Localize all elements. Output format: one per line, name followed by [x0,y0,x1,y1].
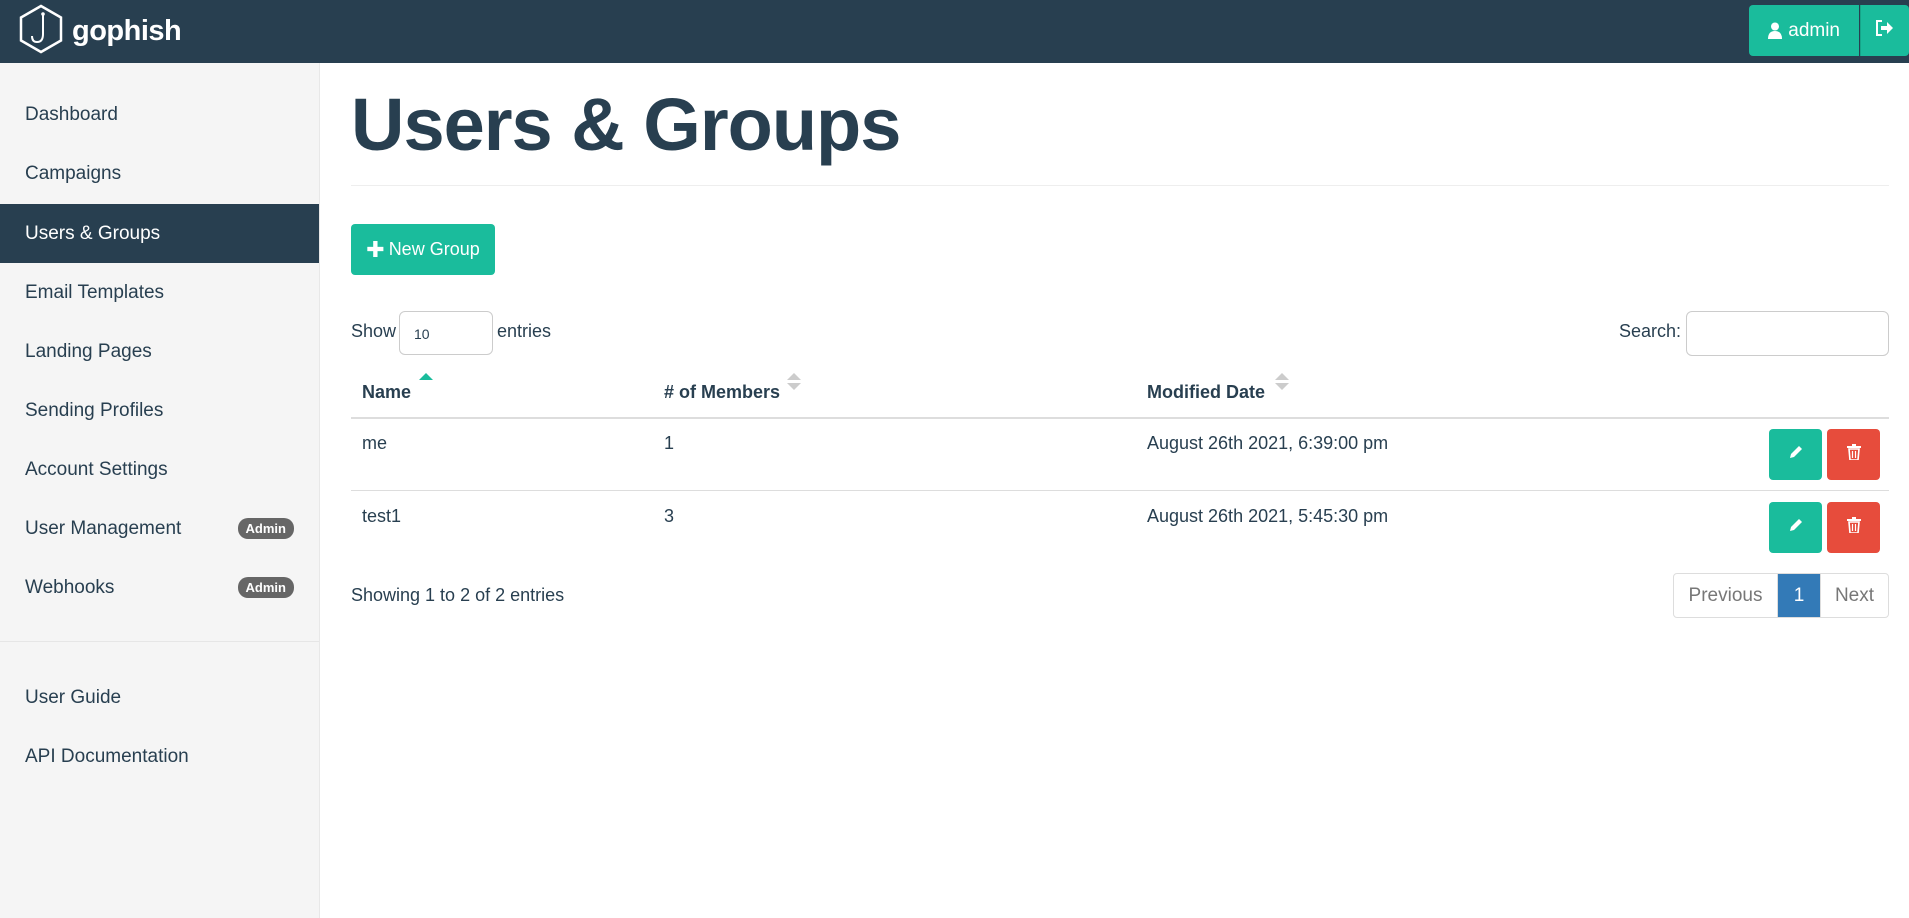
user-menu-button[interactable]: admin [1749,5,1859,56]
sidebar-item-landing-pages[interactable]: Landing Pages [0,322,319,381]
show-label: Show [351,321,397,341]
user-menu-label: admin [1788,19,1840,41]
sidebar-item-user-guide[interactable]: User Guide [0,668,319,727]
sidebar-item-label: API Documentation [25,745,189,767]
top-navbar: gophish admin [0,0,1909,63]
table-header-divider [351,417,1889,419]
logout-button[interactable] [1860,5,1909,56]
edit-group-button[interactable] [1769,502,1822,553]
sign-out-icon [1876,20,1894,41]
brand-name: gophish [72,14,182,47]
title-divider [351,185,1889,186]
cell-group-name: test1 [362,506,402,526]
pencil-icon [1788,517,1804,538]
pagination-previous[interactable]: Previous [1674,574,1778,617]
sidebar: Dashboard Campaigns Users & Groups Email… [0,63,320,918]
brand[interactable]: gophish [18,4,182,59]
column-header-modified-date[interactable]: Modified Date [1147,382,1265,403]
new-group-label: New Group [388,239,480,259]
sort-icon[interactable] [1275,372,1289,397]
sidebar-item-campaigns[interactable]: Campaigns [0,144,319,203]
sidebar-item-dashboard[interactable]: Dashboard [0,85,319,144]
delete-group-button[interactable] [1827,502,1880,553]
sidebar-item-label: Email Templates [25,281,165,303]
search-input[interactable] [1686,311,1889,356]
cell-modified-date: August 26th 2021, 5:45:30 pm [1147,506,1389,526]
sidebar-item-webhooks[interactable]: Webhooks Admin [0,558,319,617]
cell-member-count: 1 [664,433,675,453]
new-group-button[interactable]: ✚ New Group [351,224,495,275]
entries-label: entries [497,321,552,341]
column-header-name[interactable]: Name [362,382,411,403]
pencil-icon [1788,444,1804,465]
trash-icon [1846,517,1861,538]
admin-badge: Admin [237,518,294,539]
plus-icon: ✚ [366,236,385,262]
cell-modified-date: August 26th 2021, 6:39:00 pm [1147,433,1389,453]
sidebar-item-api-documentation[interactable]: API Documentation [0,727,319,786]
sidebar-item-label: User Management [25,517,182,539]
admin-badge: Admin [237,577,294,598]
sidebar-divider [0,641,319,642]
sidebar-item-email-templates[interactable]: Email Templates [0,263,319,322]
trash-icon [1846,444,1861,465]
sidebar-item-label: Users & Groups [25,222,161,244]
table-row-divider [351,490,1889,491]
pagination: Previous 1 Next [1673,573,1889,618]
sidebar-item-label: User Guide [25,686,122,708]
sort-ascending-icon[interactable] [419,372,433,395]
sidebar-item-users-groups[interactable]: Users & Groups [0,204,319,263]
column-header-members[interactable]: # of Members [664,382,780,403]
page-title: Users & Groups [351,83,901,166]
sidebar-item-label: Webhooks [25,576,115,598]
sidebar-item-account-settings[interactable]: Account Settings [0,440,319,499]
sidebar-item-label: Dashboard [25,103,118,125]
entries-per-page-select[interactable]: 10 [399,311,493,355]
sidebar-item-label: Landing Pages [25,340,152,362]
table-info-text: Showing 1 to 2 of 2 entries [351,585,565,605]
sidebar-item-label: Account Settings [25,458,168,480]
cell-member-count: 3 [664,506,675,526]
pagination-next[interactable]: Next [1820,574,1888,617]
search-label: Search: [1619,321,1682,341]
user-icon [1768,22,1783,39]
sidebar-item-user-management[interactable]: User Management Admin [0,499,319,558]
edit-group-button[interactable] [1769,429,1822,480]
sidebar-item-label: Sending Profiles [25,399,164,421]
sort-icon[interactable] [787,372,801,397]
sidebar-item-sending-profiles[interactable]: Sending Profiles [0,381,319,440]
gophish-logo-icon [18,4,64,59]
cell-group-name: me [362,433,388,453]
pagination-page-1[interactable]: 1 [1778,574,1820,617]
delete-group-button[interactable] [1827,429,1880,480]
sidebar-item-label: Campaigns [25,162,122,184]
